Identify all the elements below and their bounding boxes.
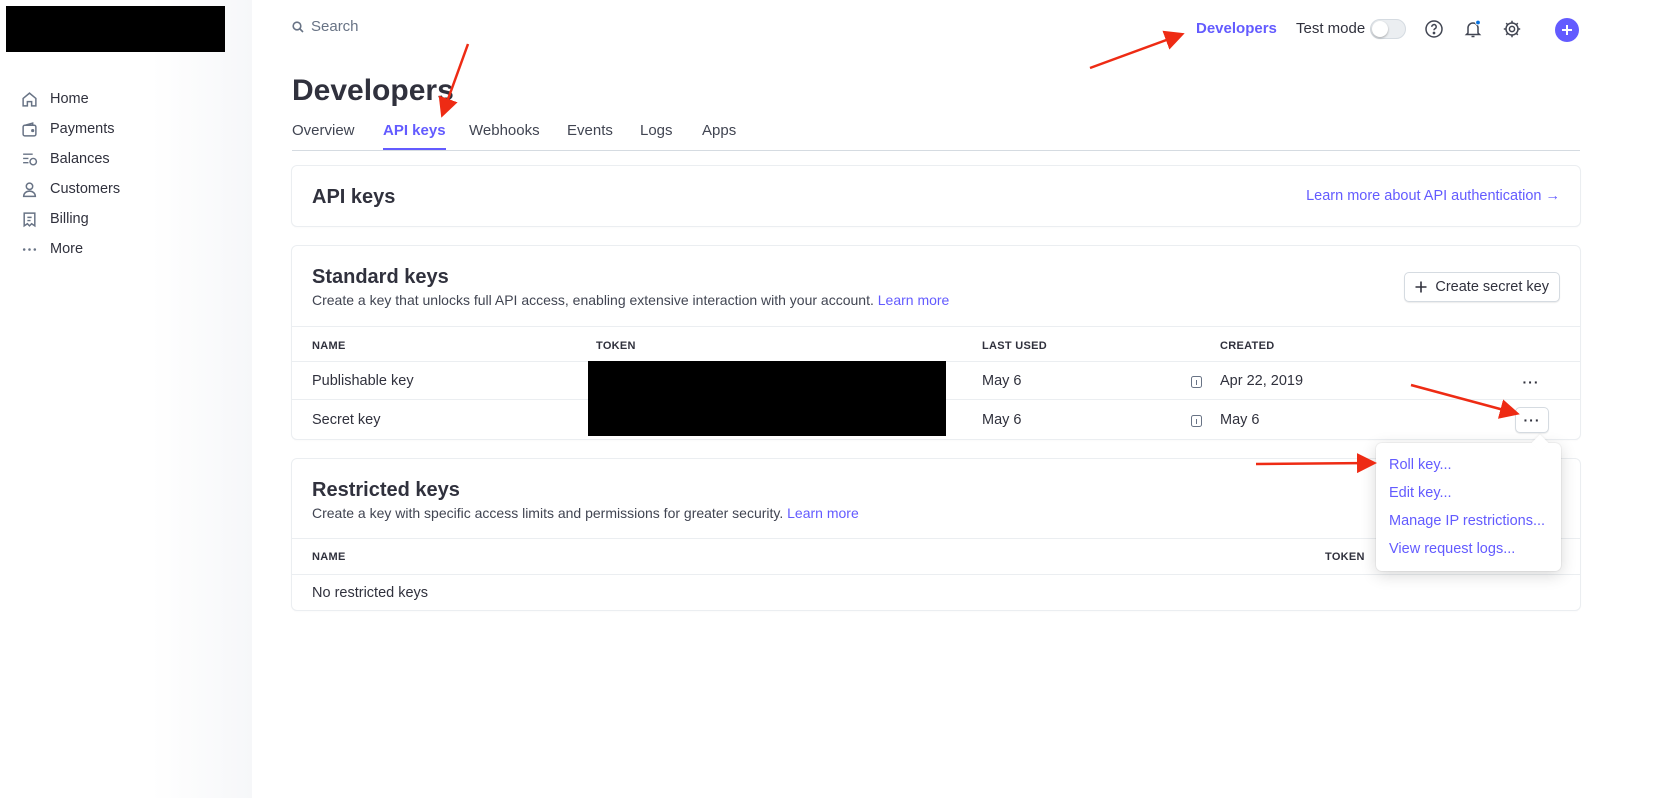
person-icon [22,181,37,197]
key-name: Secret key [312,412,381,428]
sidebar-item-balances[interactable]: Balances [21,144,120,174]
key-created: Apr 22, 2019 [1220,373,1304,389]
home-icon [22,91,37,107]
restricted-keys-description: Create a key with specific access limits… [312,505,859,521]
row-more-actions-button[interactable]: ··· [1515,407,1549,433]
menu-item-view-request-logs[interactable]: View request logs... [1389,541,1515,557]
empty-state-text: No restricted keys [312,585,429,601]
sidebar-item-label: More [50,241,84,257]
search-icon [292,20,304,33]
divider [292,326,1580,327]
tab-webhooks[interactable]: Webhooks [469,122,540,139]
standard-keys-description: Create a key that unlocks full API acces… [312,292,949,308]
sidebar-item-label: Customers [50,181,121,197]
key-created: May 6 [1220,412,1260,428]
sidebar-item-payments[interactable]: Payments [21,114,120,144]
sidebar-item-label: Billing [50,211,89,227]
balance-icon [23,152,38,166]
developers-link[interactable]: Developers [1196,20,1277,37]
create-secret-key-button[interactable]: Create secret key [1404,272,1560,302]
column-header-token: TOKEN [596,340,636,352]
column-header-token: TOKEN [1325,551,1365,563]
info-icon[interactable] [1191,415,1202,427]
standard-keys-learn-more-link[interactable]: Learn more [878,292,950,308]
api-keys-card: API keys Learn more about API authentica… [291,165,1581,227]
tab-logs[interactable]: Logs [640,122,673,139]
sidebar-item-label: Balances [50,151,110,167]
column-header-created: CREATED [1220,340,1275,352]
menu-item-roll-key[interactable]: Roll key... [1389,457,1452,473]
settings-gear-icon[interactable] [1502,19,1522,39]
account-logo-redacted [6,6,225,52]
key-last-used: May 6 [982,373,1022,389]
more-icon [22,247,37,251]
tab-apps[interactable]: Apps [702,122,736,139]
sidebar-item-home[interactable]: Home [21,84,120,114]
annotation-arrow [1089,30,1185,70]
key-name: Publishable key [312,373,414,389]
sidebar-item-more[interactable]: More [21,234,120,264]
search-bar[interactable]: Search [292,18,359,35]
sidebar-nav: Home Payments Balances Customers Billing… [21,84,120,264]
restricted-keys-heading: Restricted keys [312,479,460,501]
plus-icon [1562,25,1572,35]
search-input[interactable]: Search [311,18,359,35]
standard-keys-description-text: Create a key that unlocks full API acces… [312,292,874,308]
tab-api-keys[interactable]: API keys [383,122,446,150]
column-header-name: NAME [312,551,346,563]
row-more-actions-button[interactable]: ··· [1515,370,1547,394]
api-keys-heading: API keys [312,186,396,208]
wallet-icon [22,121,37,137]
menu-item-manage-ip-restrictions[interactable]: Manage IP restrictions... [1389,513,1545,529]
standard-keys-heading: Standard keys [312,266,449,288]
tab-overview[interactable]: Overview [292,122,355,139]
page-title: Developers [292,74,454,107]
create-plus-button[interactable] [1555,18,1579,42]
key-last-used: May 6 [982,412,1022,428]
test-mode-toggle[interactable] [1370,19,1406,39]
column-header-last-used: LAST USED [982,340,1048,352]
plus-icon [1415,281,1427,293]
menu-item-edit-key[interactable]: Edit key... [1389,485,1452,501]
create-secret-key-label: Create secret key [1435,279,1549,295]
info-icon[interactable] [1191,376,1202,388]
notification-bell-icon[interactable] [1463,19,1483,39]
divider [292,574,1580,575]
sidebar-item-label: Home [50,91,89,107]
developer-tabs: Overview API keys Webhooks Events Logs A… [292,120,1580,151]
billing-icon [23,211,36,227]
standard-keys-card: Standard keys Create a key that unlocks … [291,245,1581,440]
token-redacted [588,361,946,436]
learn-api-auth-link[interactable]: Learn more about API authentication → [1306,188,1560,204]
sidebar: Home Payments Balances Customers Billing… [0,0,252,798]
sidebar-item-label: Payments [50,121,115,137]
column-header-name: NAME [312,340,346,352]
test-mode-label: Test mode [1296,20,1366,37]
restricted-keys-learn-more-link[interactable]: Learn more [787,505,859,521]
tab-events[interactable]: Events [567,122,613,139]
help-icon[interactable] [1424,19,1444,39]
restricted-keys-description-text: Create a key with specific access limits… [312,505,784,521]
key-actions-menu: Roll key... Edit key... Manage IP restri… [1376,443,1561,571]
sidebar-item-billing[interactable]: Billing [21,204,120,234]
sidebar-item-customers[interactable]: Customers [21,174,120,204]
